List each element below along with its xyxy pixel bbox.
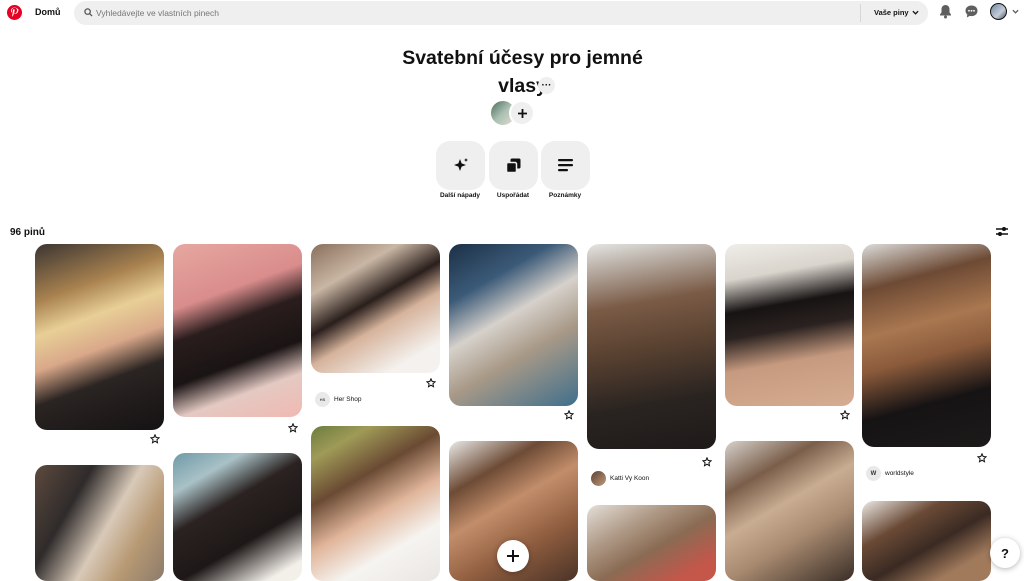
save-star-icon[interactable] (840, 410, 850, 420)
search-bar[interactable]: Vyhledávejte ve vlastních pinech Vaše pi… (74, 1, 928, 25)
add-collaborator-button[interactable] (509, 100, 535, 126)
help-label: ? (1001, 545, 1009, 561)
home-link[interactable]: Domů (35, 7, 61, 17)
pin-attribution[interactable]: Katti Vy Koon (591, 471, 649, 486)
notes-icon (558, 159, 573, 172)
search-divider (860, 4, 861, 22)
top-nav: Domů Vyhledávejte ve vlastních pinech Va… (0, 0, 1024, 26)
source-avatar (591, 471, 606, 486)
user-avatar[interactable] (990, 3, 1007, 20)
pin-attribution[interactable]: HS Her Shop (315, 392, 361, 407)
account-chevron-down-icon[interactable] (1012, 9, 1019, 14)
pin-image[interactable] (311, 244, 440, 373)
pin-image[interactable] (862, 244, 991, 447)
sparkle-icon (453, 157, 468, 171)
pin-image[interactable] (173, 453, 302, 581)
search-scope-label: Vaše piny (874, 8, 909, 17)
search-scope-dropdown[interactable]: Vaše piny (874, 8, 919, 17)
pin-source-name: Katti Vy Koon (610, 475, 650, 482)
pin-source-name: Her Shop (334, 396, 362, 403)
help-button[interactable]: ? (990, 538, 1020, 568)
pin-image[interactable] (311, 426, 440, 581)
create-pin-button[interactable] (497, 540, 529, 572)
pinterest-logo-icon[interactable] (7, 5, 22, 20)
organize-icon (505, 158, 521, 174)
save-star-icon[interactable] (426, 378, 436, 388)
save-star-icon[interactable] (564, 410, 574, 420)
board-more-options-button[interactable]: ··· (538, 77, 555, 94)
save-star-icon[interactable] (150, 434, 160, 444)
search-icon (84, 8, 93, 17)
pin-image[interactable] (862, 501, 991, 581)
notifications-bell-icon[interactable] (939, 4, 952, 19)
chevron-down-icon (912, 10, 919, 15)
pin-image[interactable] (725, 441, 854, 581)
plus-icon (507, 550, 519, 562)
pin-image[interactable] (725, 244, 854, 406)
filter-options-icon[interactable] (996, 226, 1008, 237)
notes-button[interactable] (541, 141, 590, 190)
save-star-icon[interactable] (288, 423, 298, 433)
plus-icon (517, 108, 527, 118)
organize-button[interactable] (489, 141, 538, 190)
save-star-icon[interactable] (977, 453, 987, 463)
search-input[interactable]: Vyhledávejte ve vlastních pinech (96, 8, 219, 18)
more-ideas-button[interactable] (436, 141, 485, 190)
pin-image[interactable] (173, 244, 302, 417)
pin-image[interactable] (35, 465, 164, 581)
board-title: Svatební účesy pro jemné vlasy (402, 47, 643, 97)
more-options-label: ··· (541, 79, 552, 91)
notes-label: Poznámky (548, 192, 582, 199)
pin-image[interactable] (587, 505, 716, 581)
pin-count: 96 pinů (10, 227, 46, 238)
pin-image[interactable] (587, 244, 716, 449)
source-avatar: HS (315, 392, 330, 407)
source-avatar: W (866, 466, 881, 481)
save-star-icon[interactable] (702, 457, 712, 467)
messages-icon[interactable] (964, 4, 979, 19)
pin-image[interactable] (449, 244, 578, 406)
pin-source-name: worldstyle (885, 470, 914, 477)
pin-image[interactable] (35, 244, 164, 430)
pin-attribution[interactable]: W worldstyle (866, 466, 914, 481)
